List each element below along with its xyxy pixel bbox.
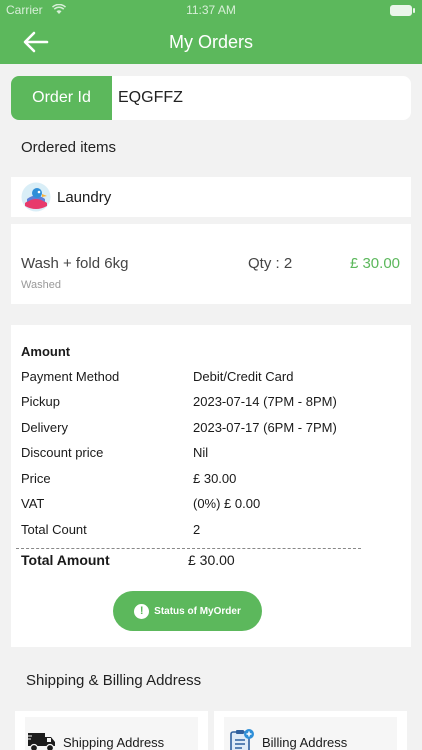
summary-row-label: Payment Method (21, 369, 120, 384)
category-row: Laundry (11, 177, 411, 217)
summary-row-label: Delivery (21, 420, 68, 435)
summary-row-value: 2 (193, 522, 201, 537)
order-id-value: EQGFFZ (118, 89, 183, 106)
summary-row: Delivery 2023-07-17 (6PM - 7PM) (11, 420, 411, 438)
summary-row-value: (0%) £ 0.00 (193, 496, 261, 511)
summary-heading: Amount (21, 344, 71, 359)
status-time: 11:37 AM (186, 3, 236, 17)
summary-row: Total Count 2 (11, 522, 411, 540)
summary-row: Payment Method Debit/Credit Card (11, 369, 411, 387)
item-price: £ 30.00 (349, 255, 400, 272)
summary-row-label: Pickup (21, 394, 61, 409)
alert-icon: ! (134, 603, 150, 619)
shipping-address-label: Shipping Address (63, 735, 165, 750)
summary-row-value: £ 30.00 (193, 471, 237, 486)
divider (16, 548, 361, 549)
summary-row: Discount price Nil (11, 445, 411, 463)
address-section-title: Shipping & Billing Address (26, 672, 202, 689)
item-name: Wash + fold 6kg (21, 255, 129, 272)
summary-row-value: 2023-07-14 (7PM - 8PM) (193, 394, 337, 409)
summary-row: Price £ 30.00 (11, 471, 411, 489)
total-amount-label: Total Amount (21, 552, 110, 568)
summary-row: VAT (0%) £ 0.00 (11, 496, 411, 514)
order-id-label: Order Id (11, 76, 112, 120)
list-item: Wash + fold 6kg Washed Qty : 2 £ 30.00 (11, 224, 411, 304)
item-quantity: Qty : 2 (248, 255, 293, 272)
summary-row-label: Discount price (21, 445, 104, 460)
order-status-button-label: Status of MyOrder (154, 605, 241, 617)
order-summary-card: Amount Payment Method Debit/Credit Card … (11, 325, 411, 647)
billing-address-card[interactable]: Billing Address (214, 711, 407, 750)
laundry-icon (21, 182, 51, 212)
summary-row-label: Total Count (21, 522, 87, 537)
category-name: Laundry (57, 188, 112, 206)
billing-address-label: Billing Address (262, 735, 348, 750)
summary-row: Pickup 2023-07-14 (7PM - 8PM) (11, 394, 411, 412)
battery-icon (390, 5, 415, 16)
order-id-card: Order Id EQGFFZ (11, 76, 411, 120)
status-bar: Carrier 11:37 AM (0, 3, 422, 19)
summary-row-label: Price (21, 471, 51, 486)
summary-row-value: Debit/Credit Card (193, 369, 294, 384)
shipping-address-inner: Shipping Address (25, 717, 198, 750)
truck-icon (27, 733, 55, 750)
total-amount-value: £ 30.00 (188, 552, 235, 568)
billing-address-inner: Billing Address (224, 717, 397, 750)
item-status: Washed (21, 279, 61, 291)
ordered-items-title: Ordered items (21, 139, 117, 156)
clipboard-icon (230, 729, 254, 750)
summary-row-label: VAT (21, 496, 45, 511)
app-header: Carrier 11:37 AM My Orders (0, 0, 422, 64)
order-status-button[interactable]: ! Status of MyOrder (113, 591, 262, 631)
page-title: My Orders (168, 32, 253, 52)
summary-row-value: 2023-07-17 (6PM - 7PM) (193, 420, 337, 435)
shipping-address-card[interactable]: Shipping Address (15, 711, 208, 750)
summary-row-value: Nil (193, 445, 209, 460)
